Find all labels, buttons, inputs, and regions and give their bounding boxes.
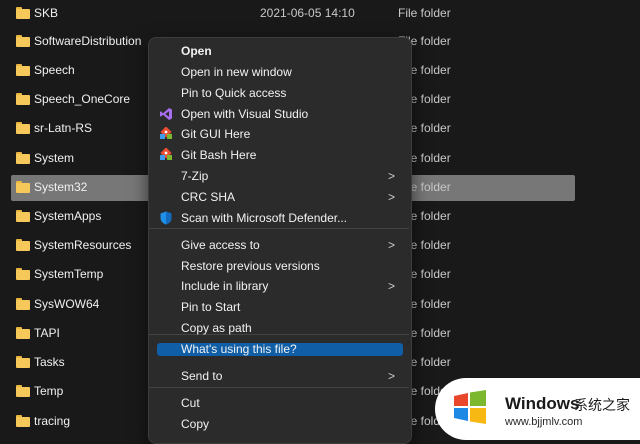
folder-icon [16,327,30,339]
folder-icon [16,64,30,76]
file-name: System [34,151,75,165]
menu-item-cut[interactable]: Cut [155,393,403,413]
menu-item-open-with-visual-studio[interactable]: Open with Visual Studio [155,104,403,124]
file-type: File folder [398,6,451,20]
menu-item-include-in-library[interactable]: Include in library > [155,276,403,296]
defender-shield-icon [159,211,173,225]
file-name: sr-Latn-RS [34,121,93,135]
file-name: Temp [34,384,64,398]
menu-item-label: 7-Zip [181,169,209,183]
menu-item-label: Git Bash Here [181,148,257,162]
file-name: SKB [34,6,59,20]
menu-item-label: Open with Visual Studio [181,107,309,121]
file-row[interactable]: SKB 2021-06-05 14:10 File folder [0,0,640,29]
folder-icon [16,356,30,368]
chevron-right-icon: > [387,190,395,204]
chevron-right-icon: > [387,169,395,183]
menu-item-restore-previous-versions[interactable]: Restore previous versions [155,256,403,276]
chevron-right-icon: > [387,238,395,252]
menu-item-copy[interactable]: Copy [155,414,403,434]
menu-item-copy-as-path[interactable]: Copy as path [155,318,403,338]
file-name: SystemApps [34,209,102,223]
menu-item-send-to[interactable]: Send to > [155,366,403,386]
menu-item-open-in-new-window[interactable]: Open in new window [155,62,403,82]
menu-item-label: What's using this file? [181,342,297,356]
menu-item-pin-to-quick-access[interactable]: Pin to Quick access [155,83,403,103]
file-name: SysWOW64 [34,297,100,311]
menu-item-label: Scan with Microsoft Defender... [181,211,348,225]
windows-logo-icon [454,390,486,424]
file-name: Speech_OneCore [34,92,131,106]
menu-item-label: CRC SHA [181,190,236,204]
folder-icon [16,181,30,193]
menu-item-crc-sha[interactable]: CRC SHA > [155,187,403,207]
menu-item-label: Open [181,44,212,58]
watermark-title: Windows [505,394,580,413]
file-date-modified: 2021-06-05 14:10 [260,6,355,20]
file-name: SoftwareDistribution [34,34,142,48]
menu-item-label: Include in library [181,279,269,293]
file-name: tracing [34,414,71,428]
file-name: SystemTemp [34,267,104,281]
menu-item-pin-to-start[interactable]: Pin to Start [155,297,403,317]
folder-icon [16,93,30,105]
folder-icon [16,7,30,19]
menu-item-label: Restore previous versions [181,259,320,273]
git-icon [159,147,173,162]
menu-item-label: Pin to Quick access [181,86,287,100]
menu-item-label: Cut [181,396,200,410]
windows-watermark: Windows 系统之家 www.bjjmlv.com [435,378,640,440]
menu-item-7-zip[interactable]: 7-Zip > [155,166,403,186]
menu-item-label: Copy [181,417,210,431]
menu-item-label: Pin to Start [181,300,241,314]
menu-item-label: Send to [181,369,223,383]
folder-icon [16,35,30,47]
folder-icon [16,210,30,222]
folder-icon [16,385,30,397]
menu-item-label: Copy as path [181,321,252,335]
menu-item-scan-with-microsoft-defender[interactable]: Scan with Microsoft Defender... [155,208,403,228]
file-name: Tasks [34,355,65,369]
menu-item-give-access-to[interactable]: Give access to > [155,235,403,255]
folder-icon [16,298,30,310]
folder-icon [16,122,30,134]
menu-item-git-bash-here[interactable]: Git Bash Here [155,145,403,165]
menu-separator [149,387,409,388]
visual-studio-icon [159,107,173,121]
menu-item-open[interactable]: Open [155,41,403,61]
file-name: TAPI [34,326,60,340]
git-icon [159,126,173,141]
folder-icon [16,239,30,251]
watermark-url: www.bjjmlv.com [505,416,583,428]
file-name: Speech [34,63,75,77]
context-menu: Open Open in new window Pin to Quick acces… [148,37,412,444]
folder-icon [16,268,30,280]
chevron-right-icon: > [387,279,395,293]
watermark-subtitle: 系统之家 [574,397,630,413]
menu-item-label: Git GUI Here [181,127,251,141]
menu-item-git-gui-here[interactable]: Git GUI Here [155,124,403,144]
menu-item-label: Give access to [181,238,260,252]
menu-separator [149,228,409,229]
folder-icon [16,152,30,164]
file-name: SystemResources [34,238,132,252]
chevron-right-icon: > [387,369,395,383]
file-name: System32 [34,180,88,194]
menu-item-what-s-using-this-file[interactable]: What's using this file? [157,343,403,356]
folder-icon [16,415,30,427]
menu-item-label: Open in new window [181,65,292,79]
